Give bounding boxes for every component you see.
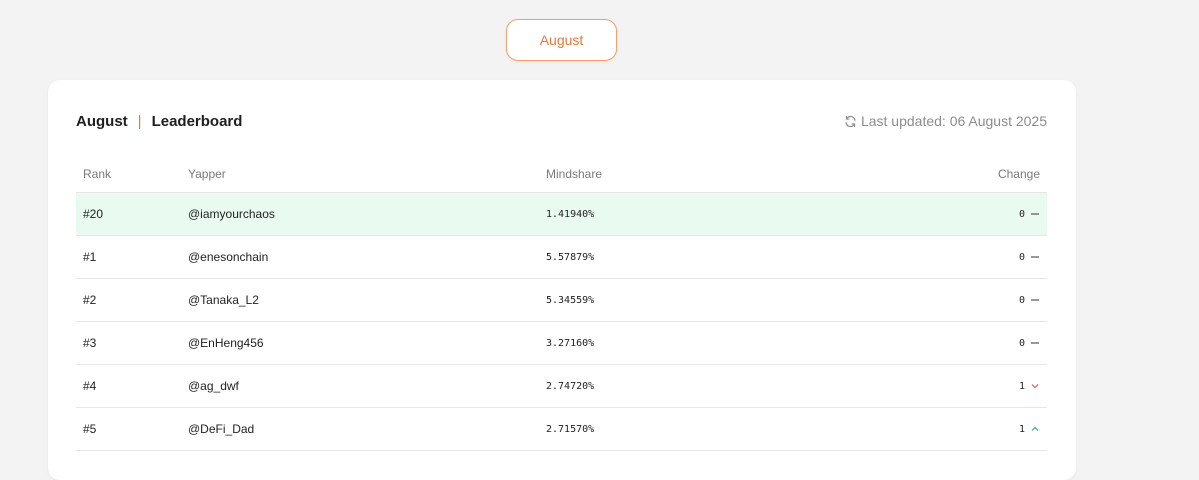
change-value: 0 (1018, 208, 1025, 220)
yapper-cell[interactable]: @DeFi_Dad (188, 422, 546, 436)
column-header-rank: Rank (83, 167, 112, 181)
last-updated: Last updated: 06 August 2025 (844, 113, 1047, 129)
refresh-icon (845, 115, 856, 127)
yapper-cell[interactable]: @ag_dwf (188, 379, 546, 393)
change-cell: 1 (846, 381, 1047, 392)
change-cell: 0 (846, 338, 1047, 349)
title-separator: | (137, 112, 142, 130)
change-cell: 1 (846, 424, 1047, 435)
rank-cell: #3 (83, 336, 97, 350)
card-header: August | Leaderboard Last updated: 06 Au… (76, 110, 1047, 132)
dash-icon (1030, 338, 1040, 348)
table-row[interactable]: #5 @DeFi_Dad 2.71570% 1 (76, 408, 1047, 451)
rank-cell: #1 (83, 250, 97, 264)
table-header: Rank Yapper Mindshare Change (76, 156, 1047, 193)
dash-icon (1030, 209, 1040, 219)
title-leaderboard: Leaderboard (151, 112, 243, 130)
mindshare-cell: 2.71570% (546, 423, 595, 435)
title-month: August (76, 112, 128, 130)
table-row[interactable]: #2 @Tanaka_L2 5.34559% 0 (76, 279, 1047, 322)
rank-cell: #2 (83, 293, 97, 307)
change-value: 0 (1018, 294, 1025, 306)
chevron-down-icon (1030, 381, 1040, 391)
page-title: August | Leaderboard (76, 113, 242, 130)
yapper-cell[interactable]: @EnHeng456 (188, 336, 546, 350)
table-row[interactable]: #3 @EnHeng456 3.27160% 0 (76, 322, 1047, 365)
mindshare-cell: 2.74720% (546, 380, 595, 392)
change-cell: 0 (846, 209, 1047, 220)
column-header-mindshare: Mindshare (546, 167, 603, 181)
column-header-yapper: Yapper (188, 167, 226, 181)
mindshare-cell: 3.27160% (546, 337, 595, 349)
leaderboard-table: Rank Yapper Mindshare Change #20 @iamyour… (76, 156, 1047, 451)
change-cell: 0 (846, 252, 1047, 263)
table-row[interactable]: #20 @iamyourchaos 1.41940% 0 (76, 193, 1047, 236)
table-body: #20 @iamyourchaos 1.41940% 0 #1 @enesonchain 5… (76, 193, 1047, 451)
dash-icon (1030, 252, 1040, 262)
mindshare-cell: 5.57879% (546, 251, 595, 263)
table-row[interactable]: #1 @enesonchain 5.57879% 0 (76, 236, 1047, 279)
mindshare-cell: 5.34559% (546, 294, 595, 306)
yapper-cell[interactable]: @iamyourchaos (188, 207, 546, 221)
mindshare-cell: 1.41940% (546, 208, 595, 220)
yapper-cell[interactable]: @Tanaka_L2 (188, 293, 546, 307)
rank-cell: #20 (83, 207, 104, 221)
change-value: 1 (1018, 423, 1025, 435)
change-value: 0 (1018, 337, 1025, 349)
leaderboard-card: August | Leaderboard Last updated: 06 Au… (48, 80, 1076, 480)
rank-cell: #5 (83, 422, 97, 436)
table-row[interactable]: #4 @ag_dwf 2.74720% 1 (76, 365, 1047, 408)
chevron-up-icon (1030, 424, 1040, 434)
column-header-change: Change (997, 167, 1040, 181)
dash-icon (1030, 295, 1040, 305)
yapper-cell[interactable]: @enesonchain (188, 250, 546, 264)
rank-cell: #4 (83, 379, 97, 393)
change-value: 0 (1018, 251, 1025, 263)
change-cell: 0 (846, 295, 1047, 306)
last-updated-text: Last updated: 06 August 2025 (860, 113, 1047, 129)
change-value: 1 (1018, 380, 1025, 392)
month-tab-august[interactable]: August (506, 19, 617, 61)
